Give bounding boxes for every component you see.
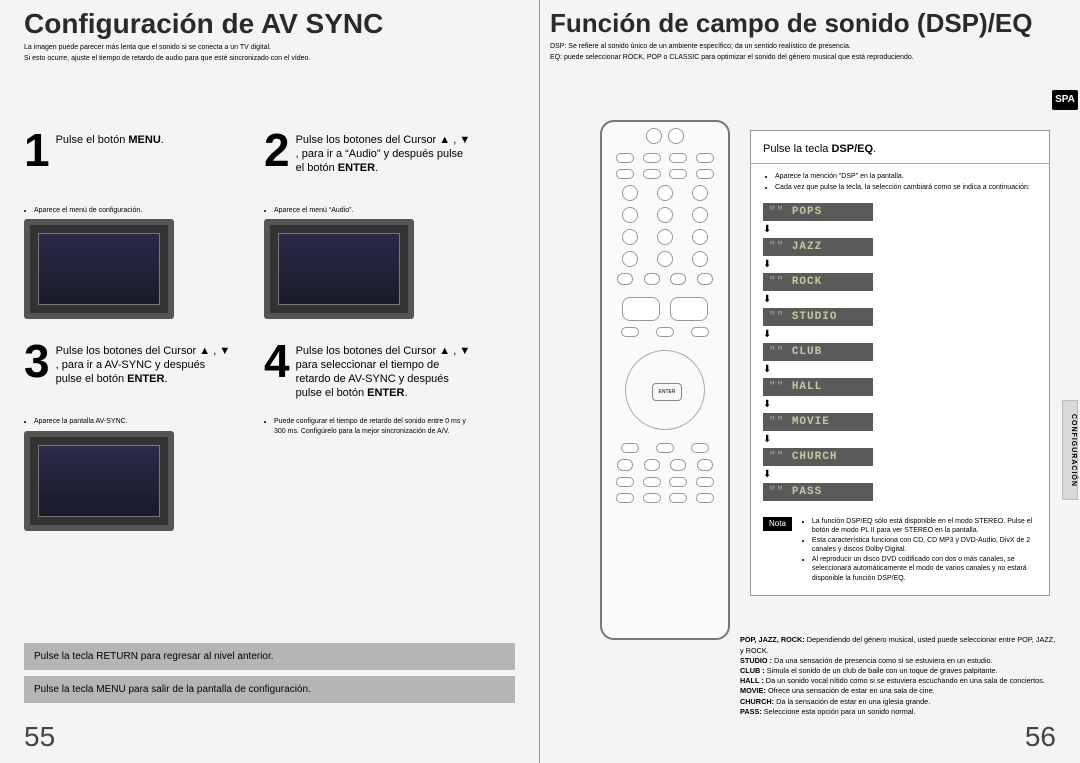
glossary-val: Da una sensación de presencia como si se…	[772, 656, 993, 665]
mode-chip: ROCK	[763, 273, 873, 291]
left-sub2: Si esto ocurre, ajuste el tiempo de reta…	[0, 53, 539, 64]
arrow-down-icon: ⬇	[763, 364, 771, 375]
step-num: 1	[24, 130, 50, 171]
glossary-key: STUDIO :	[740, 656, 772, 665]
step-num: 2	[264, 130, 290, 171]
step-bullet: Aparece el menú de configuración.	[34, 206, 234, 215]
dsp-instr-bold: DSP/EQ	[831, 143, 873, 155]
screenshot-thumb	[264, 219, 414, 319]
step-text-post: .	[164, 373, 167, 385]
mode-chip: STUDIO	[763, 308, 873, 326]
left-sub1: La imagen puede parecer más lenta que el…	[0, 42, 539, 53]
left-page: Configuración de AV SYNC La imagen puede…	[0, 0, 540, 763]
right-sub2: EQ: puede seleccionar ROCK, POP o CLASSI…	[540, 52, 1080, 63]
arrow-down-icon: ⬇	[763, 469, 771, 480]
arrow-down-icon: ⬇	[763, 434, 771, 445]
dsp-instr-post: .	[873, 143, 876, 155]
note-block: Nota La función DSP/EQ sólo está disponi…	[763, 517, 1037, 583]
dsp-instr-pre: Pulse la tecla	[763, 143, 831, 155]
glossary-val: Simula el sonido de un club de baile con…	[765, 666, 998, 675]
right-page: Función de campo de sonido (DSP)/EQ DSP:…	[540, 0, 1080, 763]
mode-chip: MOVIE	[763, 413, 873, 431]
glossary-val: Ofrece una sensación de estar en una sal…	[766, 686, 935, 695]
dsp-panel: Pulse la tecla DSP/EQ. Aparece la menció…	[750, 130, 1050, 596]
step-2: 2 Pulse los botones del Cursor ▲ , ▼ , p…	[264, 130, 474, 323]
return-bar-text: Pulse la tecla RETURN para regresar al n…	[34, 651, 274, 662]
dsp-bullet: Aparece la mención "DSP" en la pantalla.	[775, 172, 1037, 181]
manual-spread: Configuración de AV SYNC La imagen puede…	[0, 0, 1080, 763]
left-title: Configuración de AV SYNC	[0, 0, 539, 42]
mode-chip: HALL	[763, 378, 873, 396]
step-bullet: Aparece el menú “Audio”.	[274, 206, 474, 215]
step-bullet: Aparece la pantalla AV-SYNC.	[34, 417, 234, 426]
section-tab: CONFIGURACIÓN	[1062, 400, 1078, 500]
arrow-down-icon: ⬇	[763, 294, 771, 305]
step-text-pre: Pulse el botón	[56, 134, 129, 146]
left-footer: Pulse la tecla RETURN para regresar al n…	[24, 643, 515, 709]
step-text-pre: Pulse los botones del Cursor ▲ , ▼ , par…	[296, 134, 471, 174]
dsp-bullet: Cada vez que pulse la tecla, la selecció…	[775, 183, 1037, 192]
menu-bar: Pulse la tecla MENU para salir de la pan…	[24, 676, 515, 703]
steps-grid: 1 Pulse el botón MENU. Aparece el menú d…	[24, 130, 515, 535]
glossary: POP, JAZZ, ROCK: Dependiendo del género …	[740, 635, 1056, 717]
screenshot-thumb	[24, 431, 174, 531]
remote-illustration	[600, 120, 730, 640]
glossary-val: Seleccione esta opción para un sonido no…	[762, 707, 916, 716]
arrow-down-icon: ⬇	[763, 399, 771, 410]
step-bullet: Puede configurar el tiempo de retardo de…	[274, 417, 474, 436]
note-badge: Nota	[763, 517, 792, 531]
glossary-val: Da un sonido vocal nítido como si se est…	[764, 676, 1045, 685]
mode-sequence: POPS ⬇ JAZZ ⬇ ROCK ⬇ STUDIO ⬇ CLUB ⬇ HAL…	[763, 203, 1037, 501]
step-text-bold: ENTER	[338, 162, 375, 174]
dsp-instruction: Pulse la tecla DSP/EQ.	[763, 143, 1037, 155]
arrow-down-icon: ⬇	[763, 224, 771, 235]
arrow-down-icon: ⬇	[763, 329, 771, 340]
language-badge: SPA	[1052, 90, 1078, 110]
page-number-left: 55	[24, 721, 55, 753]
right-title: Función de campo de sonido (DSP)/EQ	[540, 0, 1080, 41]
mode-chip: JAZZ	[763, 238, 873, 256]
mode-chip: PASS	[763, 483, 873, 501]
glossary-key: POP, JAZZ, ROCK:	[740, 635, 805, 644]
arrow-down-icon: ⬇	[763, 259, 771, 270]
glossary-key: MOVIE:	[740, 686, 766, 695]
step-text: Pulse los botones del Cursor ▲ , ▼ , par…	[296, 130, 474, 175]
nav-pad-icon	[625, 350, 705, 430]
page-number-right: 56	[1025, 721, 1056, 753]
step-text-post: .	[375, 162, 378, 174]
mode-chip: POPS	[763, 203, 873, 221]
dsp-bullets: Aparece la mención "DSP" en la pantalla.…	[775, 172, 1037, 193]
return-bar: Pulse la tecla RETURN para regresar al n…	[24, 643, 515, 670]
glossary-key: CHURCH:	[740, 697, 774, 706]
glossary-key: HALL :	[740, 676, 764, 685]
step-text-post: .	[404, 387, 407, 399]
step-num: 4	[264, 341, 290, 382]
step-1: 1 Pulse el botón MENU. Aparece el menú d…	[24, 130, 234, 323]
right-sub1: DSP: Se refiere al sonido único de un am…	[540, 41, 1080, 52]
step-text-bold: ENTER	[127, 373, 164, 385]
step-text-bold: MENU	[128, 134, 160, 146]
note-item: Al reproducir un disco DVD codificado co…	[812, 555, 1037, 583]
glossary-val: Da la sensación de estar en una iglesia …	[774, 697, 930, 706]
glossary-key: PASS:	[740, 707, 762, 716]
menu-bar-text: Pulse la tecla MENU para salir de la pan…	[34, 684, 311, 695]
step-text-bold: ENTER	[367, 387, 404, 399]
note-item: La función DSP/EQ sólo está disponible e…	[812, 517, 1037, 536]
step-text: Pulse el botón MENU.	[56, 130, 164, 148]
glossary-key: CLUB :	[740, 666, 765, 675]
step-text: Pulse los botones del Cursor ▲ , ▼ , par…	[56, 341, 234, 386]
step-text-post: .	[161, 134, 164, 146]
step-4: 4 Pulse los botones del Cursor ▲ , ▼ par…	[264, 341, 474, 534]
mode-chip: CLUB	[763, 343, 873, 361]
note-item: Esta característica funciona con CD, CD …	[812, 536, 1037, 555]
mode-chip: CHURCH	[763, 448, 873, 466]
screenshot-thumb	[24, 219, 174, 319]
step-num: 3	[24, 341, 50, 382]
step-text: Pulse los botones del Cursor ▲ , ▼ para …	[296, 341, 474, 400]
step-3: 3 Pulse los botones del Cursor ▲ , ▼ , p…	[24, 341, 234, 534]
